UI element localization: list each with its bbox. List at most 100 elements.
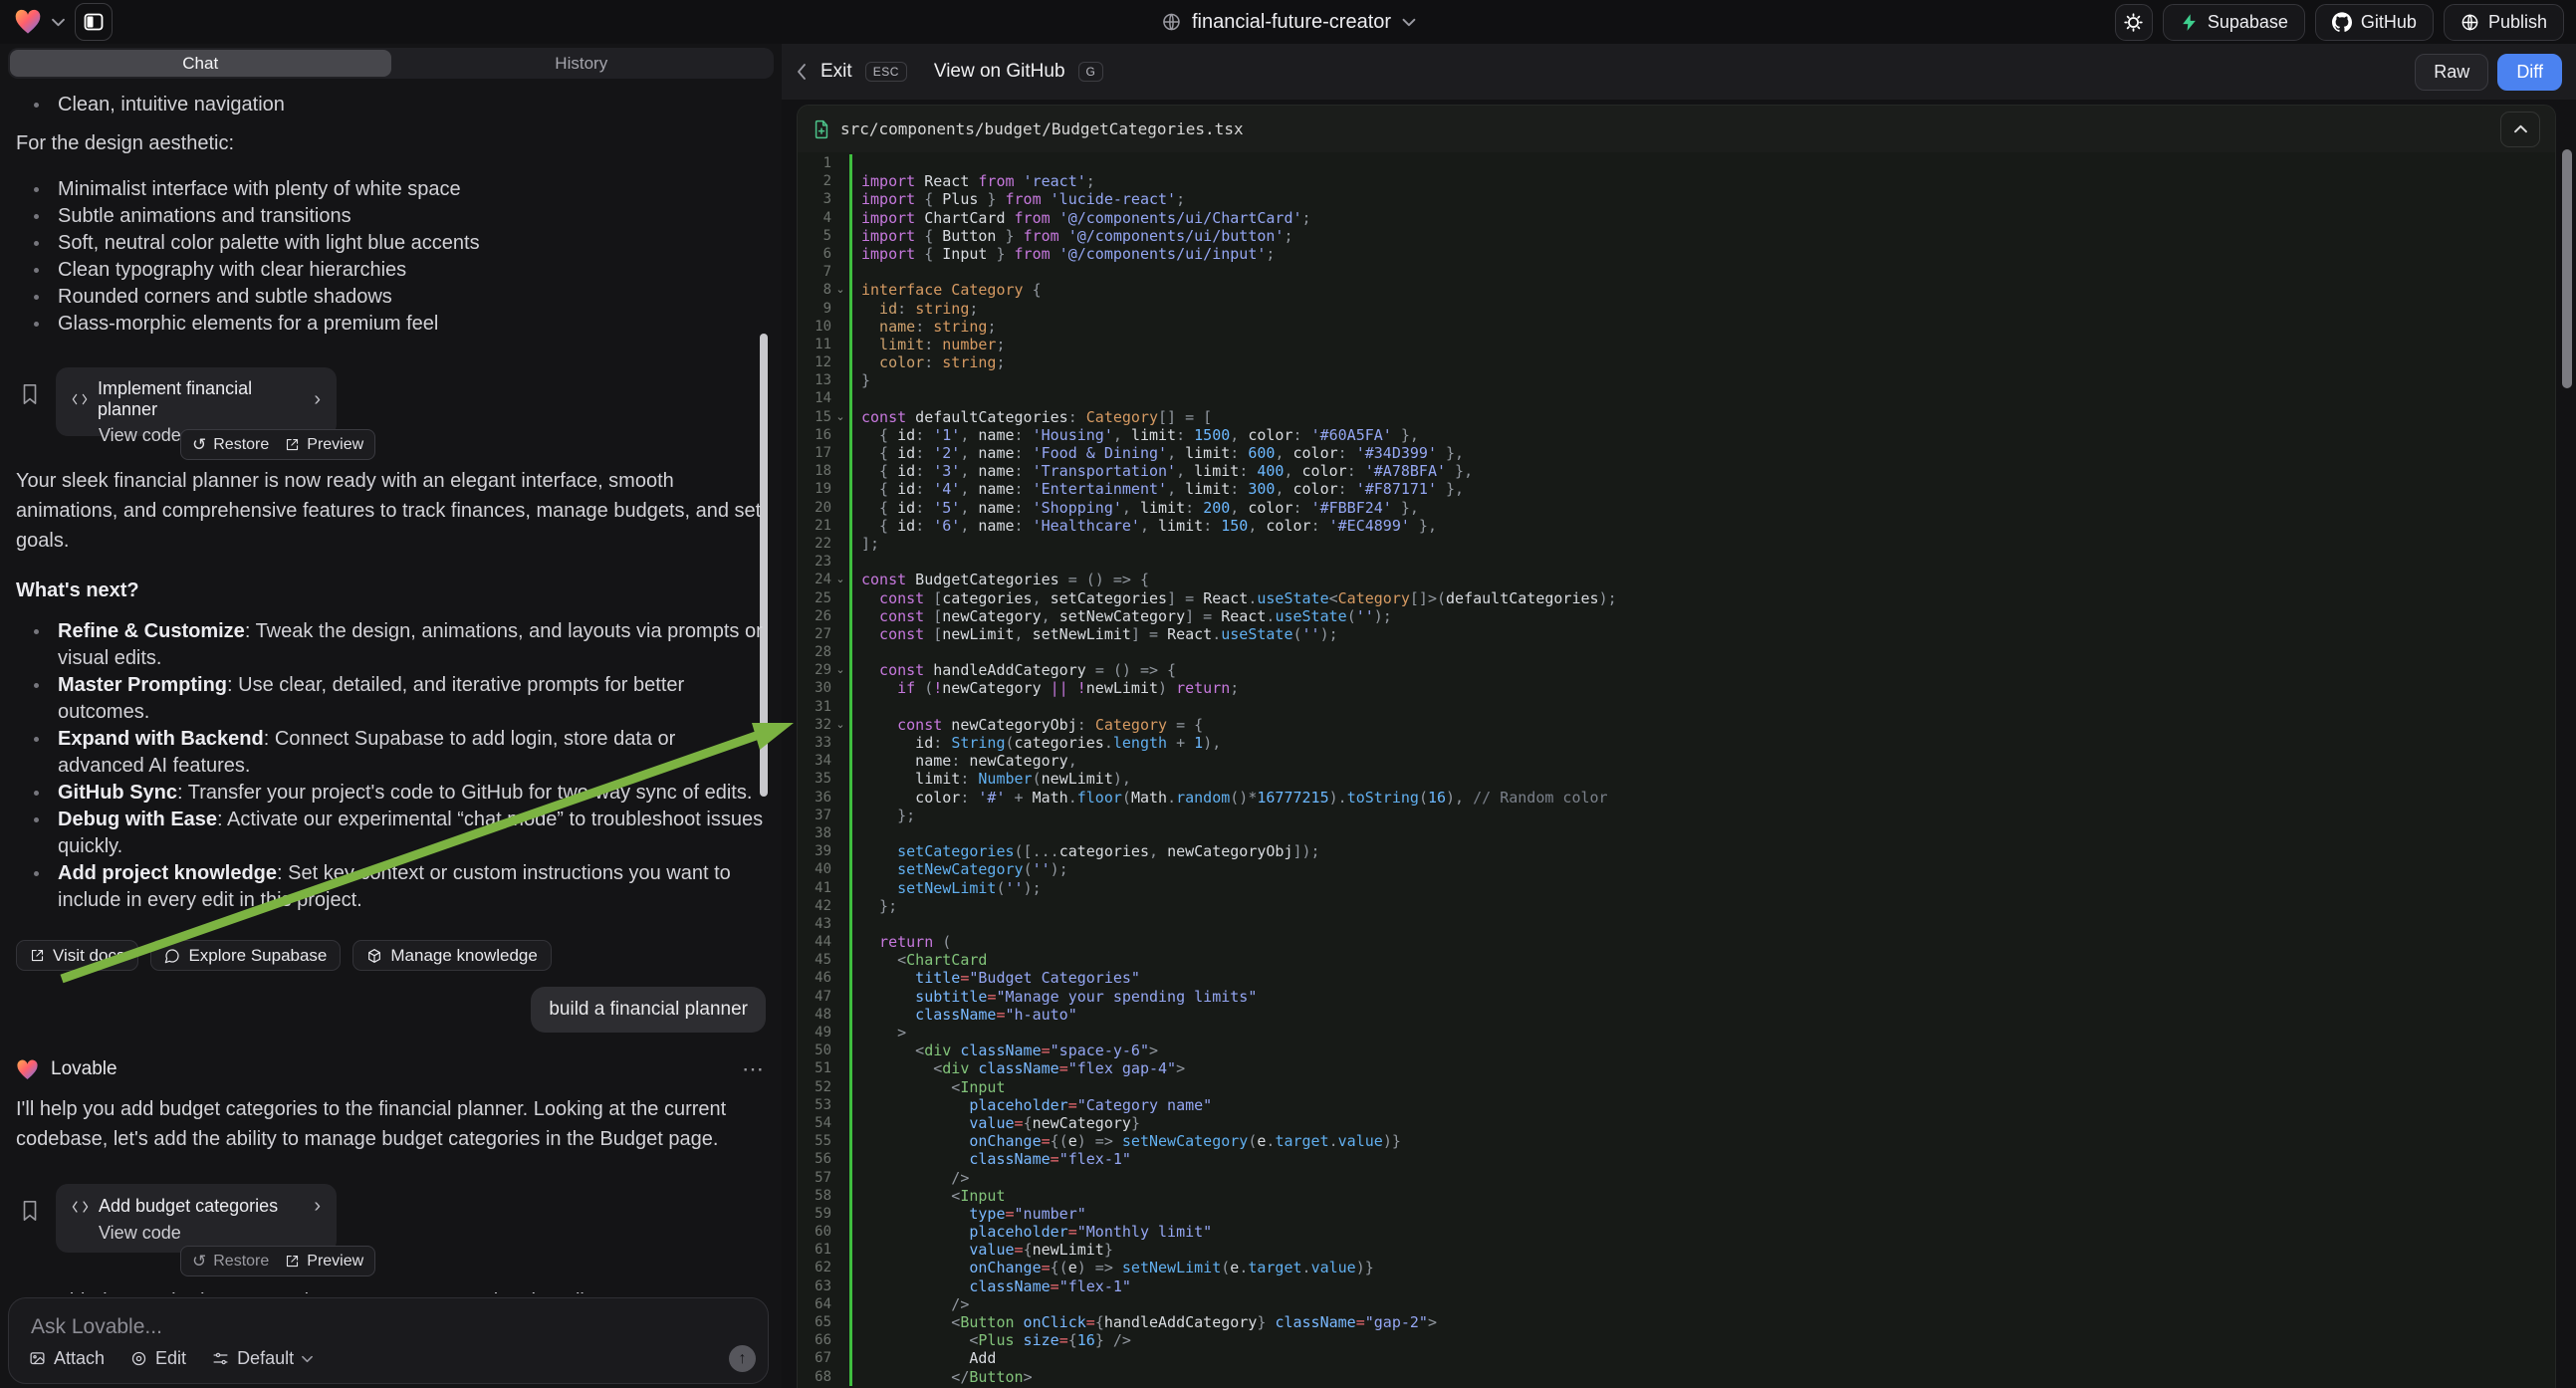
code-line: 50 <div className="space-y-6"> xyxy=(798,1041,2555,1059)
code-scrollbar[interactable] xyxy=(2562,149,2572,388)
settings-button[interactable] xyxy=(2115,4,2153,41)
code-line: 14 xyxy=(798,389,2555,407)
message-toolbar: ↺ Restore Preview xyxy=(180,1246,375,1276)
model-selector[interactable]: Default xyxy=(212,1348,313,1369)
code-line: 63 className="flex-1" xyxy=(798,1277,2555,1295)
supabase-button[interactable]: Supabase xyxy=(2163,4,2305,41)
chat-history-tabs: Chat History xyxy=(8,48,774,79)
code-line: 7 xyxy=(798,263,2555,281)
code-line: 32⌄ const newCategoryObj: Category = { xyxy=(798,716,2555,734)
manage-knowledge-button[interactable]: Manage knowledge xyxy=(352,940,551,971)
code-line: 47 subtitle="Manage your spending limits… xyxy=(798,988,2555,1006)
composer[interactable]: Ask Lovable... Attach Edit Default ↑ xyxy=(8,1297,769,1384)
code-line: 38 xyxy=(798,824,2555,842)
fold-chevron-icon[interactable]: ⌄ xyxy=(831,281,849,299)
code-lines[interactable]: 12import React from 'react';3import { Pl… xyxy=(798,152,2555,1388)
code-line: 51 <div className="flex gap-4"> xyxy=(798,1059,2555,1077)
tool-card-implement[interactable]: Implement financial planner › View code xyxy=(56,367,337,436)
explore-supabase-button[interactable]: Explore Supabase xyxy=(150,940,341,971)
bookmark-icon[interactable] xyxy=(20,1200,40,1222)
fold-chevron-icon[interactable]: ⌄ xyxy=(831,716,849,734)
code-line: 31 xyxy=(798,698,2555,716)
edit-button[interactable]: Edit xyxy=(130,1348,186,1369)
fold-chevron-icon[interactable]: ⌄ xyxy=(831,408,849,426)
chevron-left-icon[interactable] xyxy=(796,64,808,80)
supabase-bolt-icon xyxy=(2180,13,2199,32)
code-line: 19 { id: '4', name: 'Entertainment', lim… xyxy=(798,480,2555,498)
chat-scrollbar[interactable] xyxy=(760,334,768,797)
bullet-item: Soft, neutral color palette with light b… xyxy=(16,230,766,257)
github-label: GitHub xyxy=(2361,12,2417,33)
user-message: build a financial planner xyxy=(531,987,766,1033)
tab-chat[interactable]: Chat xyxy=(10,50,391,77)
send-button[interactable]: ↑ xyxy=(729,1345,756,1372)
restore-button[interactable]: ↺ Restore xyxy=(192,435,269,455)
github-button[interactable]: GitHub xyxy=(2315,4,2434,41)
attach-label: Attach xyxy=(54,1348,105,1369)
code-line: 45 <ChartCard xyxy=(798,951,2555,969)
bookmark-icon[interactable] xyxy=(20,383,40,405)
message-menu-icon[interactable]: ⋯ xyxy=(742,1056,766,1082)
code-line: 25 const [categories, setCategories] = R… xyxy=(798,589,2555,607)
toggle-sidebar-button[interactable] xyxy=(75,3,113,41)
restore-button[interactable]: ↺ Restore xyxy=(192,1252,269,1272)
code-line: 67 Add xyxy=(798,1349,2555,1367)
bullet-item: Clean typography with clear hierarchies xyxy=(16,257,766,284)
chat-scroll-area[interactable]: Clean, intuitive navigation For the desi… xyxy=(0,82,782,1293)
preview-label: Preview xyxy=(307,1253,363,1271)
code-line: 17 { id: '2', name: 'Food & Dining', lim… xyxy=(798,444,2555,462)
chat-bubble-icon xyxy=(164,948,180,964)
top-bar-right: Supabase GitHub Publish xyxy=(2115,4,2576,41)
g-key-badge: G xyxy=(1078,62,1104,82)
code-line: 46 title="Budget Categories" xyxy=(798,969,2555,987)
code-line: 26 const [newCategory, setNewCategory] =… xyxy=(798,607,2555,625)
diff-button[interactable]: Diff xyxy=(2497,54,2562,91)
restore-label: Restore xyxy=(213,436,269,454)
bullet-item: Subtle animations and transitions xyxy=(16,203,766,230)
collapse-file-button[interactable] xyxy=(2500,112,2540,147)
code-line: 61 value={newLimit} xyxy=(798,1241,2555,1259)
tab-history[interactable]: History xyxy=(391,50,773,77)
chat-panel: Chat History Clean, intuitive navigation… xyxy=(0,44,782,1388)
code-line: 65 <Button onClick={handleAddCategory} c… xyxy=(798,1313,2555,1331)
fold-chevron-icon[interactable]: ⌄ xyxy=(831,661,849,679)
manage-knowledge-label: Manage knowledge xyxy=(390,946,537,966)
raw-button[interactable]: Raw xyxy=(2415,54,2488,91)
code-line: 22]; xyxy=(798,535,2555,553)
file-path: src/components/budget/BudgetCategories.t… xyxy=(840,119,1244,138)
tool-card-implement-wrap: Implement financial planner › View code … xyxy=(16,367,766,436)
preview-button[interactable]: Preview xyxy=(285,1253,363,1271)
code-line: 49 > xyxy=(798,1024,2555,1041)
view-on-github-button[interactable]: View on GitHub xyxy=(934,61,1065,83)
code-file-header[interactable]: src/components/budget/BudgetCategories.t… xyxy=(798,106,2555,153)
attach-button[interactable]: Attach xyxy=(29,1348,105,1369)
gear-icon xyxy=(2123,12,2144,33)
aesthetic-bullet-list: Minimalist interface with plenty of whit… xyxy=(16,176,766,338)
code-line: 28 xyxy=(798,643,2555,661)
restore-icon: ↺ xyxy=(192,435,206,455)
supabase-label: Supabase xyxy=(2208,12,2288,33)
preview-button[interactable]: Preview xyxy=(285,436,363,454)
visit-docs-button[interactable]: Visit docs xyxy=(16,940,138,971)
ready-paragraph: Your sleek financial planner is now read… xyxy=(16,466,766,556)
code-line: 58 <Input xyxy=(798,1187,2555,1205)
project-globe-icon xyxy=(1161,12,1181,32)
code-line: 8⌄interface Category { xyxy=(798,281,2555,299)
preview-label: Preview xyxy=(307,436,363,454)
code-line: 12 color: string; xyxy=(798,353,2555,371)
code-line: 21 { id: '6', name: 'Healthcare', limit:… xyxy=(798,517,2555,535)
code-line: 54 value={newCategory} xyxy=(798,1114,2555,1132)
publish-button[interactable]: Publish xyxy=(2444,4,2564,41)
assistant-header: Lovable ⋯ xyxy=(16,1056,766,1082)
workspace-chevron-down-icon[interactable] xyxy=(52,18,65,27)
composer-placeholder: Ask Lovable... xyxy=(31,1315,162,1339)
exit-button[interactable]: Exit xyxy=(820,61,852,83)
project-menu[interactable]: financial-future-creator xyxy=(1161,11,1415,34)
view-code-link[interactable]: View code xyxy=(99,1223,321,1244)
code-line: 27 const [newLimit, setNewLimit] = React… xyxy=(798,625,2555,643)
code-file-card: src/components/budget/BudgetCategories.t… xyxy=(797,105,2556,1388)
code-line: 42 }; xyxy=(798,897,2555,915)
bullet-item: Minimalist interface with plenty of whit… xyxy=(16,176,766,203)
fold-chevron-icon[interactable]: ⌄ xyxy=(831,571,849,588)
tool-card-add-budget[interactable]: Add budget categories › View code xyxy=(56,1184,337,1253)
